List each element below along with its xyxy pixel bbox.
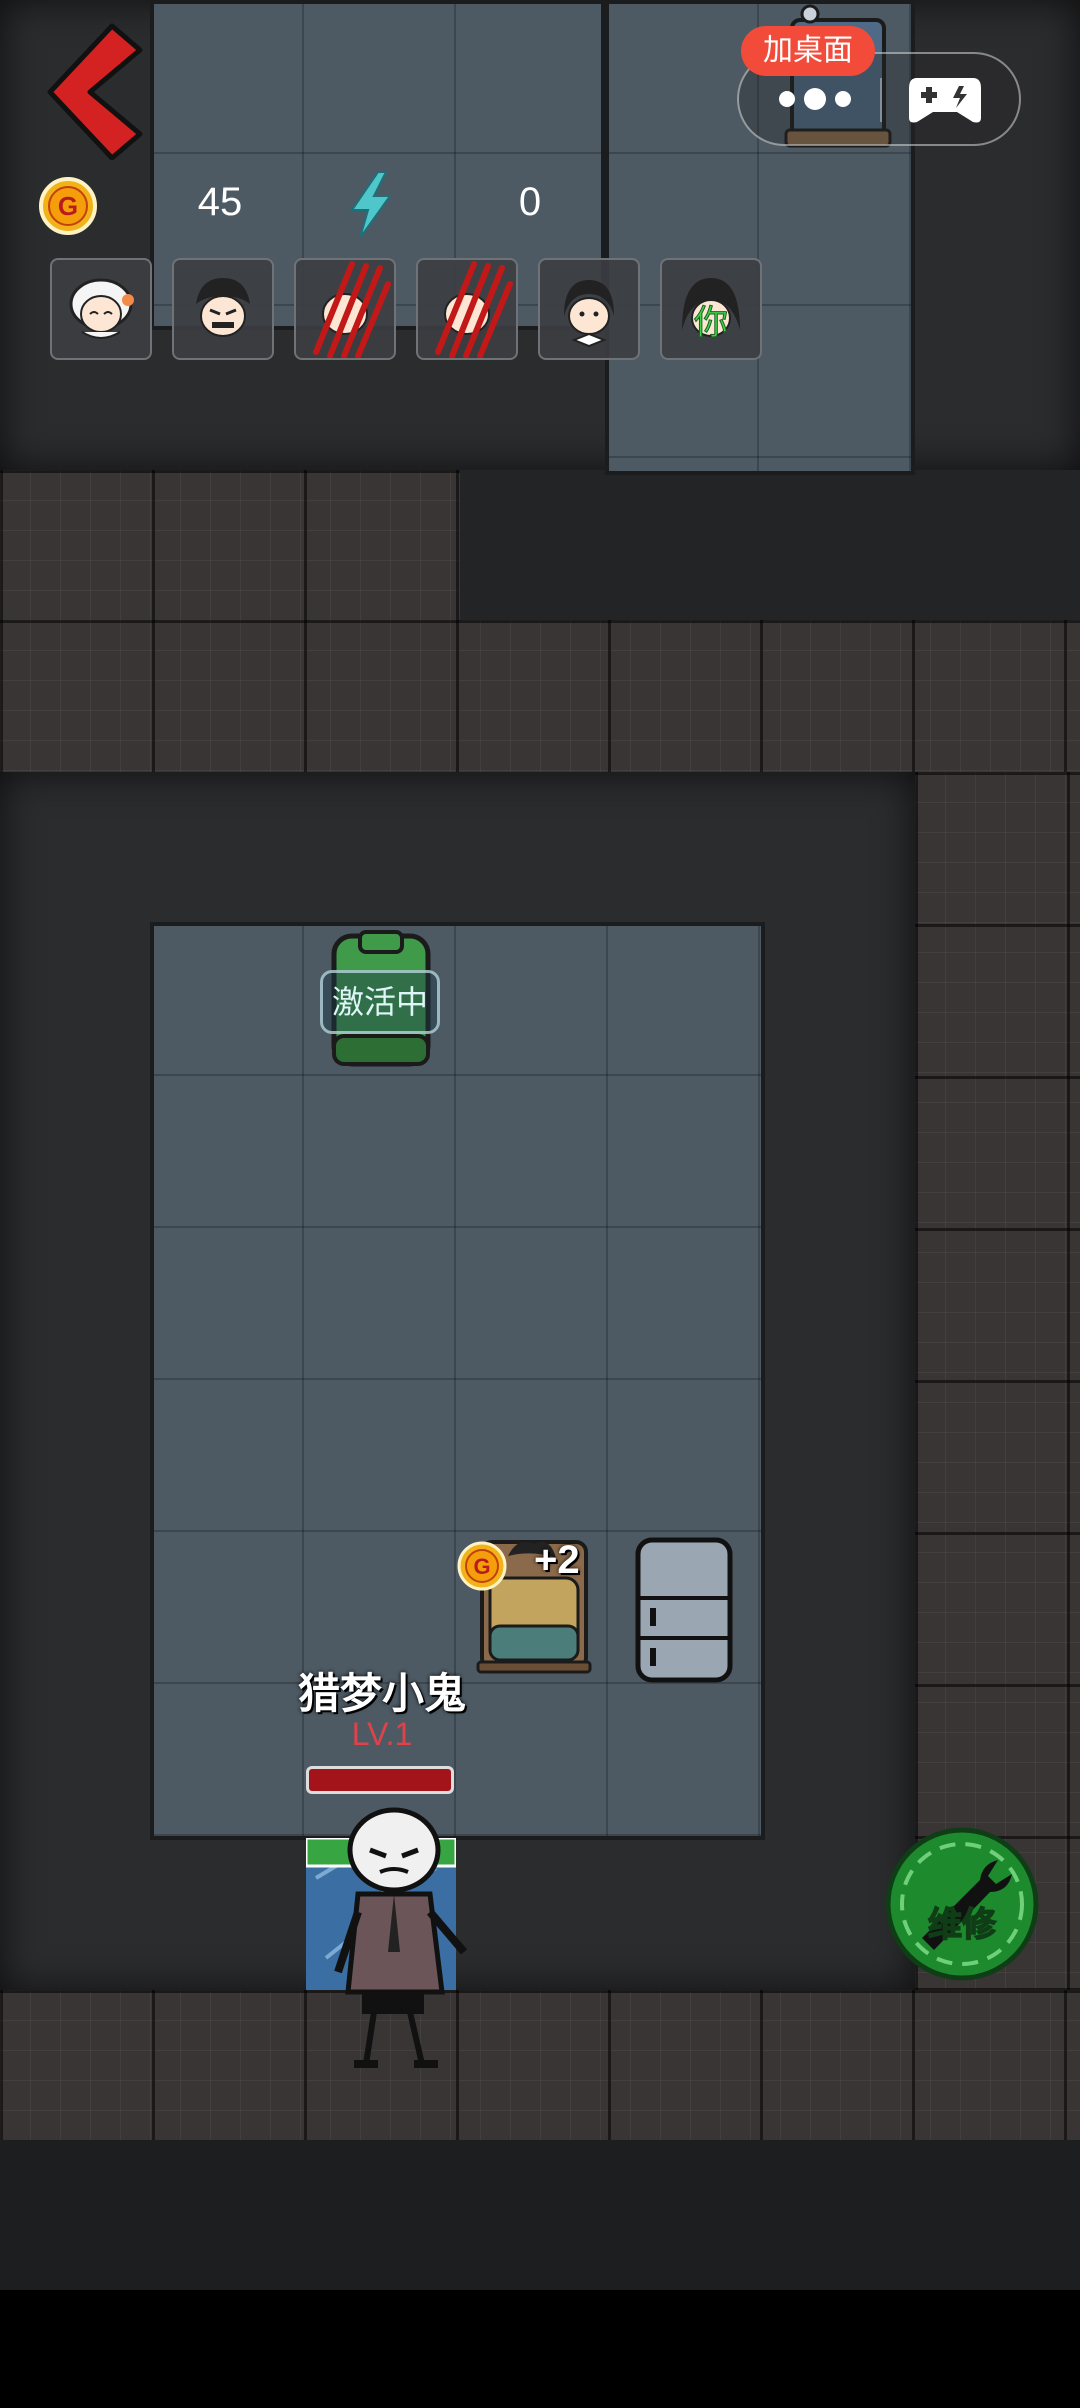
roster-slot-6[interactable]: 你 [660,258,762,360]
angry-man-icon [196,278,250,337]
bottom-shadow [0,2140,1080,2290]
back-arrow-icon[interactable] [40,20,150,160]
coin-gain-text: +2 [534,1538,580,1582]
ghost-health-bar [306,1766,454,1794]
coin-icon: G [39,177,97,235]
brick-wall-bottom [0,1990,1080,2140]
svg-text:你: 你 [694,303,728,343]
you-player-icon: 你 [682,278,740,344]
clawed-slot-icon [313,261,391,358]
ghost-name: 猎梦小鬼 [297,1670,466,1717]
active-status-label: 激活中 [320,970,440,1034]
grandma-ghost-icon [69,278,134,339]
brick-wall-corridor [0,620,1080,772]
game-stage: 加桌面 G 45 0 你 激活中 G +2 猎梦小鬼 LV.1 维修 [0,0,1080,2408]
roster-slot-4[interactable] [416,258,518,360]
ghost-level: LV.1 [351,1716,413,1752]
clawed-slot-icon [435,261,513,358]
girl-bow-icon [564,280,614,348]
repair-button[interactable]: 维修 [884,1826,1040,1982]
bottom-black-bar [0,2290,1080,2408]
roster-slot-2[interactable] [172,258,274,360]
roster-slot-3[interactable] [294,258,396,360]
coin-gain-icon: G [457,1541,507,1591]
capsule-divider [880,78,882,122]
fridge-icon[interactable] [634,1536,734,1684]
roster-slot-1[interactable] [50,258,152,360]
coin-count: 45 [197,180,243,224]
svg-text:维修: 维修 [928,1905,997,1945]
gamepad-icon[interactable] [907,72,983,126]
energy-bolt-icon [350,172,392,238]
svg-text:G: G [473,1554,490,1579]
roster-slot-5[interactable] [538,258,640,360]
svg-text:G: G [58,191,78,221]
brick-wall-left [0,470,460,620]
more-options-icon[interactable] [775,76,855,122]
dream-ghost-character[interactable] [318,1802,468,2072]
energy-count: 0 [518,180,542,224]
add-to-desktop-button[interactable]: 加桌面 [741,26,875,76]
